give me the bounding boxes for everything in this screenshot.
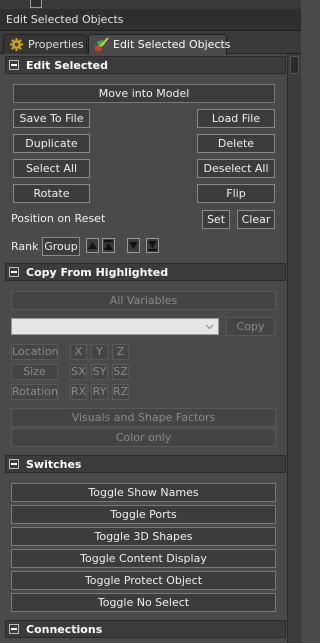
all-variables-button[interactable]: All Variables <box>11 291 276 310</box>
copy-sx-button[interactable]: SX <box>70 364 87 380</box>
tab-properties[interactable]: Properties <box>3 34 87 54</box>
section-header-connections[interactable]: Connections <box>5 620 286 638</box>
toggle-show-names-button[interactable]: Toggle Show Names <box>11 483 276 502</box>
group-button[interactable]: Group <box>42 237 80 256</box>
window-titlebar: Edit Selected Objects <box>0 9 301 31</box>
brush-icon <box>94 37 109 52</box>
size-label[interactable]: Size <box>11 364 58 380</box>
top-strip <box>0 0 301 9</box>
copy-sy-button[interactable]: SY <box>91 364 108 380</box>
copy-y-button[interactable]: Y <box>91 344 108 360</box>
arrow-up-icon <box>88 242 97 249</box>
copy-z-button[interactable]: Z <box>112 344 129 360</box>
rank-up-button[interactable] <box>86 238 99 253</box>
deselect-all-button[interactable]: Deselect All <box>197 159 275 178</box>
toggle-content-display-button[interactable]: Toggle Content Display <box>11 549 276 568</box>
copy-ry-button[interactable]: RY <box>91 384 108 400</box>
color-only-button[interactable]: Color only <box>11 428 276 447</box>
tab-strip: Properties Edit Selected Objects <box>0 31 301 55</box>
checkbox-fragment[interactable] <box>30 0 42 8</box>
copy-rx-button[interactable]: RX <box>70 384 87 400</box>
rank-down-button[interactable] <box>127 238 140 253</box>
collapse-icon[interactable] <box>9 624 19 634</box>
section-header-switches[interactable]: Switches <box>5 455 286 473</box>
move-into-model-button[interactable]: Move into Model <box>13 84 275 103</box>
toggle-protect-object-button[interactable]: Toggle Protect Object <box>11 571 276 590</box>
flip-button[interactable]: Flip <box>197 184 275 203</box>
collapse-icon[interactable] <box>9 459 19 469</box>
section-title: Copy From Highlighted <box>26 266 169 279</box>
load-file-button[interactable]: Load File <box>197 109 275 128</box>
set-button[interactable]: Set <box>202 210 230 229</box>
copy-button[interactable]: Copy <box>226 317 275 336</box>
section-header-copy-from-highlighted[interactable]: Copy From Highlighted <box>5 263 286 281</box>
rotate-button[interactable]: Rotate <box>13 184 90 203</box>
rank-label: Rank <box>11 240 39 253</box>
toggle-3d-shapes-button[interactable]: Toggle 3D Shapes <box>11 527 276 546</box>
visuals-shape-factors-button[interactable]: Visuals and Shape Factors <box>11 408 276 427</box>
scrollbar-thumb[interactable] <box>290 56 299 74</box>
rank-top-button[interactable] <box>102 238 115 253</box>
arrow-bottom-icon <box>148 241 157 251</box>
section-title: Edit Selected <box>26 59 108 72</box>
tab-edit-selected-objects[interactable]: Edit Selected Objects <box>88 34 231 55</box>
rank-bottom-button[interactable] <box>146 238 159 253</box>
collapse-icon[interactable] <box>9 267 19 277</box>
copy-rz-button[interactable]: RZ <box>112 384 129 400</box>
duplicate-button[interactable]: Duplicate <box>13 134 90 153</box>
select-all-button[interactable]: Select All <box>13 159 90 178</box>
gear-icon <box>9 37 24 52</box>
toggle-no-select-button[interactable]: Toggle No Select <box>11 593 276 612</box>
rotation-label[interactable]: Rotation <box>11 384 58 400</box>
location-label[interactable]: Location <box>11 344 59 360</box>
delete-button[interactable]: Delete <box>197 134 275 153</box>
copy-x-button[interactable]: X <box>70 344 87 360</box>
arrow-top-icon <box>104 240 113 250</box>
variable-combo[interactable] <box>11 318 219 335</box>
tab-label: Edit Selected Objects <box>113 38 231 51</box>
position-on-reset-label: Position on Reset <box>11 212 106 225</box>
section-header-edit-selected[interactable]: Edit Selected <box>5 56 286 74</box>
chevron-down-icon <box>205 324 214 330</box>
toggle-ports-button[interactable]: Toggle Ports <box>11 505 276 524</box>
window-title: Edit Selected Objects <box>6 13 124 26</box>
save-to-file-button[interactable]: Save To File <box>13 109 90 128</box>
section-title: Switches <box>26 458 82 471</box>
arrow-down-icon <box>129 242 138 249</box>
section-title: Connections <box>26 623 103 636</box>
copy-sz-button[interactable]: SZ <box>112 364 129 380</box>
clear-button[interactable]: Clear <box>237 210 275 229</box>
vertical-scrollbar[interactable] <box>287 54 301 643</box>
collapse-icon[interactable] <box>9 60 19 70</box>
tab-label: Properties <box>28 38 84 51</box>
